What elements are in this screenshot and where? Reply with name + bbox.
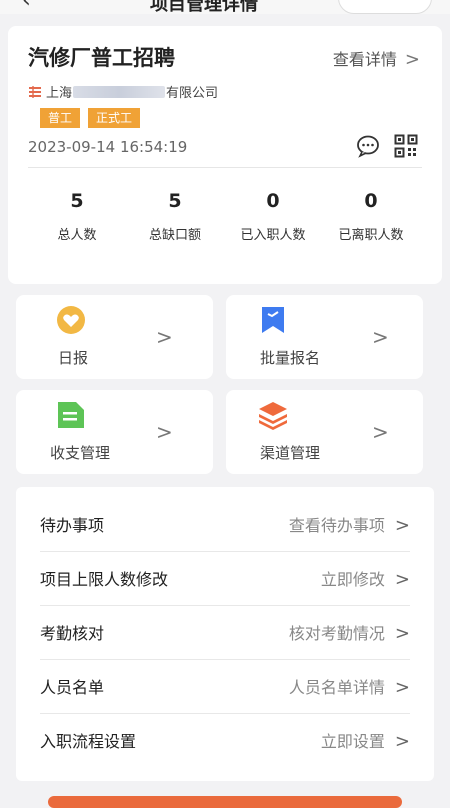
tag-general-worker: 普工	[40, 108, 81, 128]
chevron-right-icon: >	[372, 420, 389, 444]
list-item-label: 入职流程设置	[40, 732, 137, 751]
tag-full-time: 正式工	[88, 108, 141, 128]
document-icon	[58, 402, 84, 428]
chat-bubble-icon[interactable]	[356, 134, 380, 158]
stat-total-people: 5 总人数	[28, 190, 126, 243]
list-item-label: 考勤核对	[40, 624, 105, 643]
list-item-label: 项目上限人数修改	[40, 570, 169, 589]
company-name-prefix: 上海	[46, 86, 73, 101]
stat-value: 0	[266, 190, 280, 212]
stat-label: 已入职人数	[240, 228, 306, 243]
project-summary-card: 汽修厂普工招聘 查看详情 > 上海 有限公司 普工 正式工 2023-09-14 …	[8, 26, 442, 284]
company-name: 上海 有限公司	[28, 82, 218, 101]
bookmark-icon	[262, 307, 284, 333]
list-item-action: 人员名单详情	[288, 678, 385, 697]
created-datetime: 2023-09-14 16:54:19	[28, 138, 188, 156]
chevron-right-icon: >	[394, 515, 410, 536]
chevron-right-icon: >	[394, 677, 410, 698]
list-item-action: 立即修改	[320, 570, 385, 589]
mini-program-capsule[interactable]	[338, 0, 432, 14]
page-title: 项目管理详情	[150, 0, 258, 14]
chevron-right-icon: >	[404, 49, 420, 70]
stat-value: 0	[364, 190, 378, 212]
chevron-right-icon: >	[156, 420, 173, 444]
tile-label: 收支管理	[50, 444, 111, 462]
list-item-personnel[interactable]: 人员名单 人员名单详情 >	[40, 659, 410, 714]
stats-row: 5 总人数 5 总缺口额 0 已入职人数 0 已离职人数	[8, 190, 442, 243]
channel-management-tile[interactable]: 渠道管理 >	[226, 390, 423, 474]
view-details-link[interactable]: 查看详情 >	[333, 46, 420, 70]
nav-bar: ‹ 项目管理详情	[0, 0, 450, 14]
company-name-suffix: 有限公司	[166, 86, 219, 101]
redacted-text	[73, 85, 166, 98]
action-list: 待办事项 查看待办事项 > 项目上限人数修改 立即修改 > 考勤核对 核对考勤情况 >…	[16, 487, 434, 781]
stat-departed: 0 已离职人数	[322, 190, 420, 243]
divider	[28, 167, 422, 168]
list-item-label: 人员名单	[40, 678, 105, 697]
stat-onboarded: 0 已入职人数	[224, 190, 322, 243]
daily-report-tile[interactable]: 日报 >	[16, 295, 213, 379]
qr-code-icon[interactable]	[394, 134, 418, 158]
list-item-action: 查看待办事项	[288, 516, 385, 535]
stat-label: 已离职人数	[338, 228, 404, 243]
back-button[interactable]: ‹	[22, 0, 31, 13]
stat-label: 总人数	[57, 228, 97, 243]
chevron-right-icon: >	[394, 623, 410, 644]
heart-badge-icon	[57, 306, 85, 334]
list-item-action: 立即设置	[320, 732, 385, 751]
chevron-right-icon: >	[394, 731, 410, 752]
income-expense-tile[interactable]: 收支管理 >	[16, 390, 213, 474]
chevron-right-icon: >	[394, 569, 410, 590]
list-item-label: 待办事项	[40, 516, 105, 535]
tile-label: 日报	[58, 349, 89, 367]
list-item-action: 核对考勤情况	[288, 624, 385, 643]
view-details-label: 查看详情	[332, 50, 397, 69]
list-item-onboarding-flow[interactable]: 入职流程设置 立即设置 >	[40, 713, 410, 767]
list-item-todo[interactable]: 待办事项 查看待办事项 >	[40, 497, 410, 552]
job-tags: 普工 正式工	[40, 108, 141, 128]
stat-value: 5	[70, 190, 84, 212]
stat-total-gap: 5 总缺口额	[126, 190, 224, 243]
tile-label: 批量报名	[260, 349, 321, 367]
chevron-right-icon: >	[156, 325, 173, 349]
list-item-attendance[interactable]: 考勤核对 核对考勤情况 >	[40, 605, 410, 660]
bottom-action-button[interactable]	[48, 796, 402, 808]
stat-label: 总缺口额	[148, 228, 201, 243]
job-title: 汽修厂普工招聘	[28, 46, 175, 70]
company-logo-icon	[29, 85, 41, 98]
tile-label: 渠道管理	[260, 444, 321, 462]
layers-icon	[259, 402, 287, 430]
batch-signup-tile[interactable]: 批量报名 >	[226, 295, 423, 379]
list-item-headcount-limit[interactable]: 项目上限人数修改 立即修改 >	[40, 551, 410, 606]
stat-value: 5	[168, 190, 182, 212]
chevron-right-icon: >	[372, 325, 389, 349]
